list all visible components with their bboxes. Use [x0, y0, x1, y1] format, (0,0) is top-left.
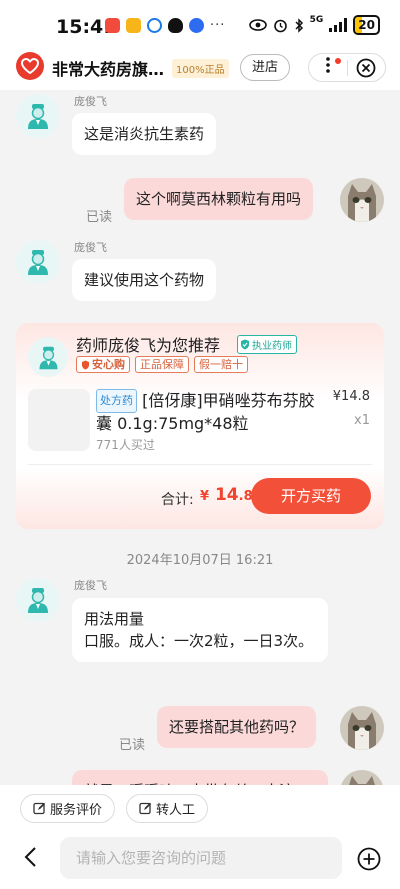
licensed-pharmacist-badge: 执业药师 [237, 335, 297, 354]
pharmacist-avatar[interactable] [16, 240, 60, 284]
battery-level: 20 [358, 18, 375, 32]
total-price: ¥ 14.8 [200, 485, 253, 505]
cat-avatar-icon [340, 770, 384, 785]
total-integer: 14 [214, 485, 239, 505]
alarm-icon [273, 19, 287, 32]
buy-medicine-button[interactable]: 开方买药 [251, 478, 371, 514]
product-price: ¥14.8 [332, 389, 370, 404]
product-image[interactable] [28, 389, 90, 451]
more-vertical-icon [325, 57, 330, 73]
enter-store-button[interactable]: 进店 [240, 54, 290, 81]
shield-icon [82, 360, 89, 369]
date-separator: 2024年10月07日 16:21 [126, 553, 274, 568]
shield-check-icon [241, 339, 249, 350]
doctor-icon [28, 104, 48, 129]
genuine-badge: 100%正品 [172, 59, 229, 78]
app-notification-icon [147, 18, 162, 33]
user-avatar[interactable] [340, 770, 384, 785]
bluetooth-icon [295, 17, 303, 33]
tag-genuine: 正品保障 [135, 356, 189, 373]
tag-compensation: 假一赔十 [194, 356, 248, 373]
read-status: 已读 [86, 210, 113, 225]
message-input[interactable] [60, 837, 342, 879]
pharmacist-avatar [28, 337, 68, 377]
pharmacist-avatar[interactable] [16, 578, 60, 622]
back-button[interactable] [22, 845, 38, 873]
recommendation-card[interactable]: 药师庞俊飞为您推荐 执业药师 安心购 正品保障 假一赔十 处方药 [倍伢康]甲硝… [16, 323, 384, 529]
licensed-pharmacist-label: 执业药师 [252, 341, 292, 352]
pharmacist-avatar[interactable] [16, 94, 60, 138]
notification-dot [334, 58, 341, 64]
app-notification-icon [126, 18, 141, 33]
cat-avatar-icon [340, 178, 384, 222]
tag-anxin: 安心购 [76, 356, 130, 373]
network-type: 5G [309, 15, 324, 25]
add-attachment-button[interactable] [357, 847, 381, 875]
qq-icon [168, 18, 183, 33]
currency-symbol: ¥ [200, 489, 210, 504]
edit-icon [33, 802, 46, 815]
message-bubble[interactable]: 还要搭配其他药吗？ [157, 706, 317, 748]
header-actions [308, 53, 386, 82]
read-status: 已读 [119, 738, 146, 753]
doctor-icon [28, 588, 48, 613]
system-indicators: 5G 20 [248, 15, 380, 35]
signal-icon [329, 18, 348, 32]
chat-header: 非常大药房旗舰店 100%正品 进店 [0, 50, 400, 90]
product-name[interactable]: 处方药 [倍伢康]甲硝唑芬布芬胶囊 0.1g:75mg*48粒 [96, 389, 326, 435]
status-bar: 15:41 ··· 5G 20 [0, 0, 400, 50]
prescription-tag: 处方药 [96, 389, 137, 413]
plus-circle-icon [357, 847, 381, 871]
baidu-icon [189, 18, 204, 33]
app-notification-icon [105, 18, 120, 33]
message-bubble[interactable]: 建议使用这个药物 [72, 259, 217, 301]
eye-icon [248, 19, 267, 31]
message-bubble[interactable]: 就是一暖暖吐口水带有丝口水溶 [72, 770, 328, 785]
trust-tags: 安心购 正品保障 假一赔十 [76, 356, 248, 373]
transfer-human-label: 转人工 [156, 803, 196, 818]
service-review-button[interactable]: 服务评价 [20, 794, 116, 823]
message-bubble[interactable]: 这是消炎抗生素药 [72, 113, 217, 155]
battery-icon: 20 [353, 15, 380, 35]
user-avatar[interactable] [340, 706, 384, 750]
message-bubble[interactable]: 用法用量 口服。成人：一次2粒，一日3次。 [72, 598, 328, 662]
edit-icon [139, 802, 152, 815]
store-name[interactable]: 非常大药房旗舰店 [52, 56, 170, 80]
sender-name: 庞俊飞 [74, 95, 107, 108]
service-review-label: 服务评价 [50, 803, 103, 818]
input-bar [0, 829, 400, 889]
chat-area[interactable]: 庞俊飞 这是消炎抗生素药 这个啊莫西林颗粒有用吗 已读 庞俊飞 建议使用这个药物… [0, 90, 400, 785]
sender-name: 庞俊飞 [74, 579, 107, 592]
total-label: 合计: [161, 492, 194, 508]
heart-logo-icon [21, 58, 39, 74]
doctor-icon [28, 250, 48, 275]
store-logo[interactable] [16, 52, 44, 80]
more-menu-button[interactable] [309, 57, 347, 78]
close-button[interactable] [347, 58, 385, 78]
doctor-icon [39, 346, 57, 369]
product-quantity: x1 [354, 413, 370, 428]
quick-actions-bar: 服务评价 转人工 [0, 785, 400, 829]
more-notifications-icon: ··· [210, 18, 226, 33]
notification-icons: ··· [105, 18, 225, 33]
chevron-left-icon [24, 847, 36, 867]
user-avatar[interactable] [340, 178, 384, 222]
sender-name: 庞俊飞 [74, 241, 107, 254]
sold-count: 771人买过 [96, 438, 155, 452]
recommendation-title: 药师庞俊飞为您推荐 [76, 336, 221, 355]
transfer-human-button[interactable]: 转人工 [126, 794, 209, 823]
divider [28, 464, 372, 465]
tag-label: 安心购 [92, 358, 125, 371]
message-bubble[interactable]: 这个啊莫西林颗粒有用吗 [124, 178, 314, 220]
close-circle-icon [356, 58, 376, 77]
cat-avatar-icon [340, 706, 384, 750]
